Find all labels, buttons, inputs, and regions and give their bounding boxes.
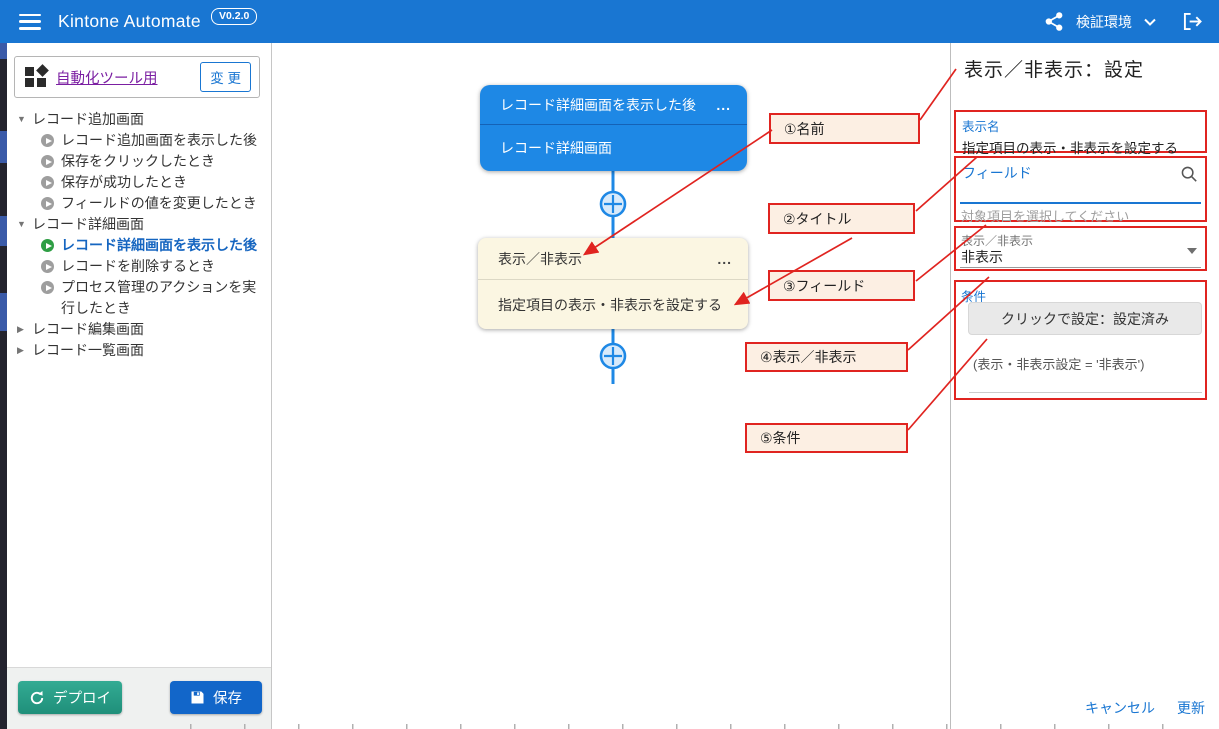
node-menu-icon[interactable]: ...	[717, 251, 732, 267]
share-icon[interactable]	[1045, 12, 1064, 31]
node-menu-icon[interactable]: ...	[716, 97, 731, 113]
environment-selector[interactable]: 検証環境	[1076, 12, 1132, 32]
tree-group-record-list[interactable]: ▶レコード一覧画面	[7, 340, 271, 361]
node-title: 表示／非表示	[498, 249, 582, 269]
display-name-group: 表示名 指定項目の表示・非表示を設定する	[954, 110, 1207, 153]
caret-right-icon: ▶	[17, 340, 32, 361]
deploy-button[interactable]: デプロイ	[18, 681, 122, 714]
event-play-icon-active	[41, 239, 54, 252]
node-subtitle: レコード詳細画面	[500, 138, 612, 158]
kintone-automate-window: Kintone Automate V0.2.0 検証環境	[0, 0, 1219, 729]
field-label: フィールド	[962, 163, 1032, 183]
save-icon	[190, 690, 205, 705]
event-play-icon	[41, 176, 54, 189]
tree-item[interactable]: 保存が成功したとき	[7, 172, 271, 193]
select-underline	[960, 267, 1201, 268]
panel-title: 表示／非表示：設定	[964, 55, 1144, 82]
change-app-button[interactable]: 変 更	[200, 62, 251, 92]
field-input[interactable]	[960, 202, 1201, 204]
scrollbar-ticks	[190, 724, 1202, 729]
search-icon[interactable]	[1180, 165, 1198, 188]
sidebar: 自動化ツール用 変 更 ▼レコード追加画面 レコード追加画面を表示した後 保存を…	[7, 43, 272, 729]
event-play-icon	[41, 197, 54, 210]
menu-icon[interactable]	[19, 14, 41, 30]
sync-icon	[29, 690, 45, 706]
tree-group-record-edit[interactable]: ▶レコード編集画面	[7, 319, 271, 340]
visibility-select[interactable]: 非表示	[961, 247, 1003, 267]
node-subtitle: 指定項目の表示・非表示を設定する	[498, 295, 722, 315]
settings-panel: 表示／非表示：設定 表示名 指定項目の表示・非表示を設定する フィールド 対象項…	[950, 43, 1219, 729]
node-title: レコード詳細画面を表示した後	[500, 95, 696, 115]
save-button[interactable]: 保存	[170, 681, 262, 714]
app-icon	[25, 66, 47, 88]
app-name-link[interactable]: 自動化ツール用	[56, 67, 158, 88]
visibility-group: 表示／非表示 非表示	[954, 226, 1207, 271]
flow-node-trigger[interactable]: レコード詳細画面を表示した後 ... レコード詳細画面	[480, 85, 747, 171]
app-header: Kintone Automate V0.2.0 検証環境	[0, 0, 1219, 43]
cancel-button[interactable]: キャンセル	[1085, 698, 1155, 718]
condition-expression: (表示・非表示設定 = '非表示')	[973, 354, 1144, 373]
tree-item[interactable]: レコードを削除するとき	[7, 256, 271, 277]
tree-item[interactable]: 保存をクリックしたとき	[7, 151, 271, 172]
app-card: 自動化ツール用 変 更	[14, 56, 260, 98]
display-name-value[interactable]: 指定項目の表示・非表示を設定する	[962, 137, 1199, 157]
flow-node-action[interactable]: 表示／非表示 ... 指定項目の表示・非表示を設定する	[478, 238, 748, 329]
caret-down-icon: ▼	[17, 109, 32, 130]
annotation-visibility: ④表示／非表示	[745, 342, 908, 372]
dropdown-caret-icon[interactable]	[1187, 248, 1197, 254]
sidebar-footer: デプロイ 保存	[7, 667, 271, 729]
display-name-label: 表示名	[962, 116, 1199, 135]
window-edge-strip	[0, 43, 7, 729]
tree-item-active[interactable]: レコード詳細画面を表示した後	[7, 235, 271, 256]
annotation-condition: ⑤条件	[745, 423, 908, 453]
version-badge: V0.2.0	[211, 8, 257, 25]
annotation-field: ③フィールド	[768, 270, 915, 301]
event-play-icon	[41, 260, 54, 273]
tree-item[interactable]: レコード追加画面を表示した後	[7, 130, 271, 151]
condition-set-button[interactable]: クリックで設定：設定済み	[968, 302, 1202, 335]
divider	[969, 392, 1202, 393]
tree-group-record-add[interactable]: ▼レコード追加画面	[7, 109, 271, 130]
logout-icon[interactable]	[1182, 12, 1203, 31]
event-play-icon	[41, 155, 54, 168]
event-tree: ▼レコード追加画面 レコード追加画面を表示した後 保存をクリックしたとき 保存が…	[7, 109, 271, 361]
flow-canvas: レコード詳細画面を表示した後 ... レコード詳細画面 表示／非表示 ... 指…	[272, 43, 950, 729]
event-play-icon	[41, 134, 54, 147]
condition-group: 条件 クリックで設定：設定済み (表示・非表示設定 = '非表示')	[954, 280, 1207, 400]
event-play-icon	[41, 281, 54, 294]
tree-item[interactable]: プロセス管理のアクションを実行したとき	[7, 277, 271, 319]
tree-group-record-detail[interactable]: ▼レコード詳細画面	[7, 214, 271, 235]
caret-right-icon: ▶	[17, 319, 32, 340]
field-group: フィールド 対象項目を選択してください	[954, 156, 1207, 222]
chevron-down-icon[interactable]	[1144, 18, 1156, 26]
field-helper-text: 対象項目を選択してください	[961, 206, 1129, 225]
app-title: Kintone Automate	[58, 11, 201, 32]
annotation-title: ②タイトル	[768, 203, 915, 234]
update-button[interactable]: 更新	[1177, 698, 1205, 718]
caret-down-icon: ▼	[17, 214, 32, 235]
annotation-name: ①名前	[769, 113, 920, 144]
tree-item[interactable]: フィールドの値を変更したとき	[7, 193, 271, 214]
